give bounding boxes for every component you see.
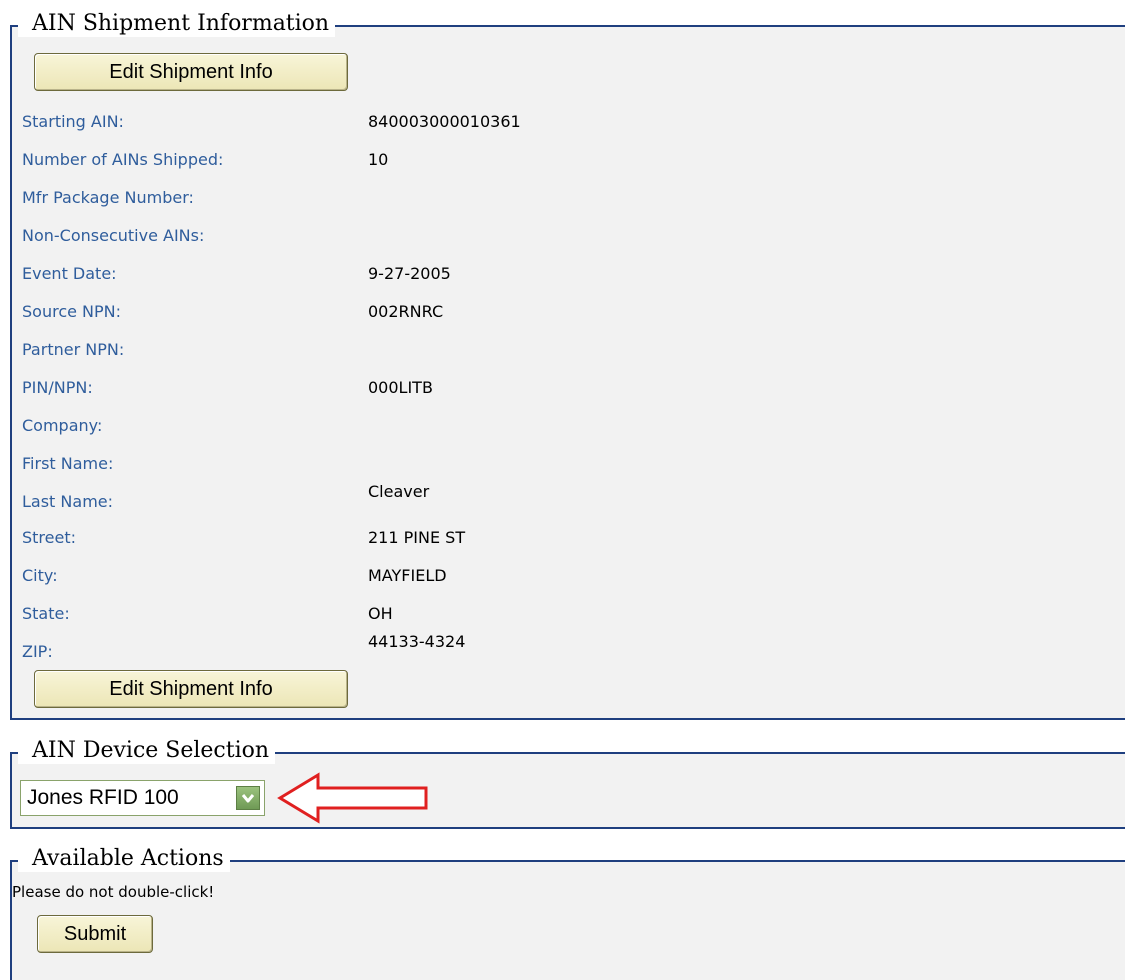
edit-shipment-info-button-top[interactable]: Edit Shipment Info bbox=[34, 53, 348, 91]
field-label: Event Date: bbox=[22, 264, 117, 283]
submit-label: Submit bbox=[63, 923, 127, 945]
edit-shipment-info-label: Edit Shipment Info bbox=[109, 61, 273, 83]
field-label: Number of AINs Shipped: bbox=[22, 150, 224, 169]
double-click-warning: Please do not double-click! bbox=[12, 883, 215, 901]
shipment-info-fieldset: AIN Shipment Information bbox=[10, 5, 1125, 720]
field-label: City: bbox=[22, 566, 58, 585]
field-label: Street: bbox=[22, 528, 77, 547]
field-label: State: bbox=[22, 604, 70, 623]
available-actions-fieldset: Available Actions bbox=[10, 840, 1125, 980]
red-arrow-annotation-icon bbox=[277, 772, 428, 824]
field-value: 211 PINE ST bbox=[368, 528, 466, 547]
edit-shipment-info-label: Edit Shipment Info bbox=[109, 678, 273, 700]
device-select-value: Jones RFID 100 bbox=[27, 786, 179, 809]
field-value: 840003000010361 bbox=[368, 112, 521, 131]
device-select[interactable]: Jones RFID 100 bbox=[20, 780, 265, 816]
device-selection-legend: AIN Device Selection bbox=[18, 738, 276, 764]
field-value: Cleaver bbox=[368, 482, 430, 501]
field-label: Last Name: bbox=[22, 492, 114, 511]
field-label: PIN/NPN: bbox=[22, 378, 93, 397]
field-value: 000LITB bbox=[368, 378, 433, 397]
field-label: Mfr Package Number: bbox=[22, 188, 194, 207]
dropdown-arrow-icon[interactable] bbox=[236, 786, 260, 810]
field-label: First Name: bbox=[22, 454, 114, 473]
field-label: Company: bbox=[22, 416, 103, 435]
field-label: Non-Consecutive AINs: bbox=[22, 226, 205, 245]
field-value: 9-27-2005 bbox=[368, 264, 451, 283]
field-label: Partner NPN: bbox=[22, 340, 125, 359]
field-value: 44133-4324 bbox=[368, 632, 466, 651]
field-value: OH bbox=[368, 604, 393, 623]
field-value: 002RNRC bbox=[368, 302, 444, 321]
edit-shipment-info-button-bottom[interactable]: Edit Shipment Info bbox=[34, 670, 348, 708]
field-value: MAYFIELD bbox=[368, 566, 447, 585]
shipment-info-legend: AIN Shipment Information bbox=[18, 11, 336, 37]
field-label: Starting AIN: bbox=[22, 112, 124, 131]
field-label: Source NPN: bbox=[22, 302, 122, 321]
field-label: ZIP: bbox=[22, 642, 53, 661]
submit-button[interactable]: Submit bbox=[37, 915, 153, 953]
field-value: 10 bbox=[368, 150, 389, 169]
available-actions-legend: Available Actions bbox=[18, 846, 230, 872]
